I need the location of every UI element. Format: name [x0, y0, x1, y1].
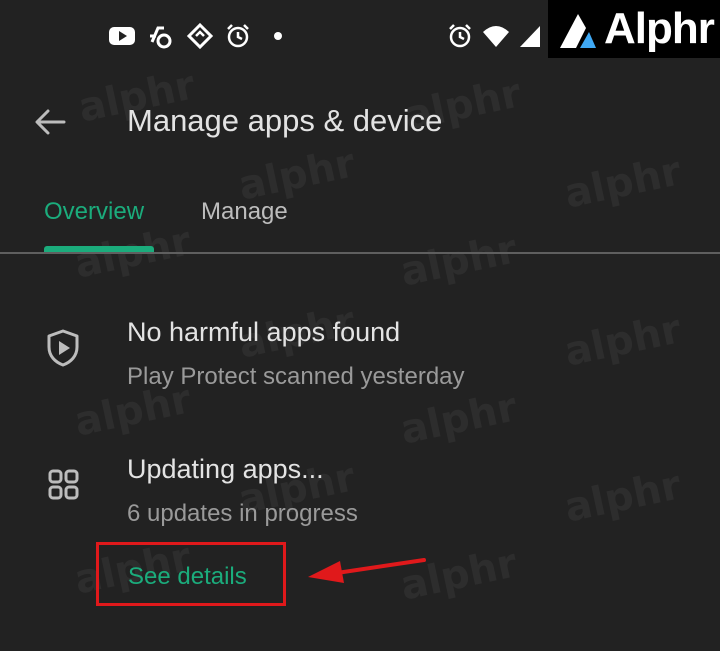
tab-overview[interactable]: Overview — [44, 194, 144, 230]
alarm-icon — [227, 24, 249, 48]
link-sync-icon — [150, 26, 172, 49]
play-protect-status-subtitle: Play Protect scanned yesterday — [127, 363, 465, 390]
watermark: alphr — [560, 306, 686, 376]
watermark: alphr — [560, 148, 686, 218]
tab-manage[interactable]: Manage — [201, 194, 288, 230]
watermark: alphr — [396, 226, 522, 296]
annotation-highlight-box — [96, 542, 286, 606]
play-protect-status-title: No harmful apps found — [127, 317, 401, 347]
updating-apps-title: Updating apps... — [127, 454, 324, 484]
logo-text: Alphr — [604, 4, 715, 53]
page-title: Manage apps & device — [127, 103, 443, 138]
apps-grid-icon — [48, 469, 79, 500]
updating-apps-subtitle: 6 updates in progress — [127, 500, 358, 527]
watermark: alphr — [560, 462, 686, 532]
rotate-icon — [186, 22, 214, 50]
alphr-logo: Alphr — [548, 0, 720, 58]
watermark: alphr — [396, 384, 522, 454]
dot-icon — [274, 32, 282, 40]
alphr-logo-mark-icon — [560, 14, 596, 48]
signal-icon — [520, 26, 540, 47]
play-protect-shield-icon — [47, 329, 79, 367]
arrow-back-icon[interactable] — [28, 100, 72, 144]
alarm-icon — [449, 24, 471, 48]
annotation-arrow-icon — [308, 558, 426, 583]
youtube-icon — [109, 27, 135, 45]
tabs-divider — [0, 252, 720, 254]
wifi-icon — [483, 26, 509, 47]
